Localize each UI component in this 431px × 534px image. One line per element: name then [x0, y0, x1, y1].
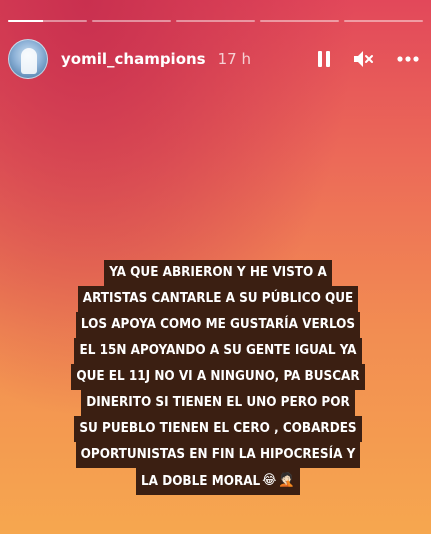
- progress-segment: [260, 20, 339, 22]
- caption-line: LOS APOYA COMO ME GUSTARÍA VERLOS: [75, 312, 361, 338]
- progress-segment: [8, 20, 87, 22]
- caption-line: SU PUEBLO TIENEN EL CERO , COBARDES: [74, 416, 362, 442]
- mute-icon[interactable]: [353, 50, 375, 68]
- pause-icon[interactable]: [317, 50, 331, 68]
- story-controls: [317, 50, 419, 68]
- caption-line: QUE EL 11J NO VI A NINGUNO, PA BUSCAR: [71, 364, 365, 390]
- story-caption: YA QUE ABRIERON Y HE VISTO A ARTISTAS CA…: [64, 260, 372, 495]
- progress-segment: [344, 20, 423, 22]
- caption-line: OPORTUNISTAS EN FIN LA HIPOCRESÍA Y: [75, 442, 361, 468]
- story-progress-bar: [8, 20, 423, 22]
- more-icon[interactable]: [397, 56, 419, 62]
- caption-line: ARTISTAS CANTARLE A SU PÚBLICO QUE: [77, 286, 359, 312]
- caption-line: YA QUE ABRIERON Y HE VISTO A: [104, 260, 332, 286]
- avatar[interactable]: [8, 39, 48, 79]
- username[interactable]: yomil_champions: [61, 50, 206, 68]
- caption-line-last: LA DOBLE MORAL 😂 🤦🏻: [136, 468, 300, 495]
- caption-text: LA DOBLE MORAL: [141, 474, 261, 489]
- progress-fill: [8, 20, 43, 22]
- facepalm-emoji-icon: 🤦🏻: [278, 473, 295, 488]
- laughing-emoji-icon: 😂: [262, 473, 277, 488]
- caption-line: DINERITO SI TIENEN EL UNO PERO POR: [81, 390, 355, 416]
- progress-segment: [92, 20, 171, 22]
- post-time: 17 h: [217, 50, 251, 68]
- progress-segment: [176, 20, 255, 22]
- caption-line: EL 15N APOYANDO A SU GENTE IGUAL YA: [74, 338, 362, 364]
- story-header: yomil_champions 17 h: [8, 38, 419, 80]
